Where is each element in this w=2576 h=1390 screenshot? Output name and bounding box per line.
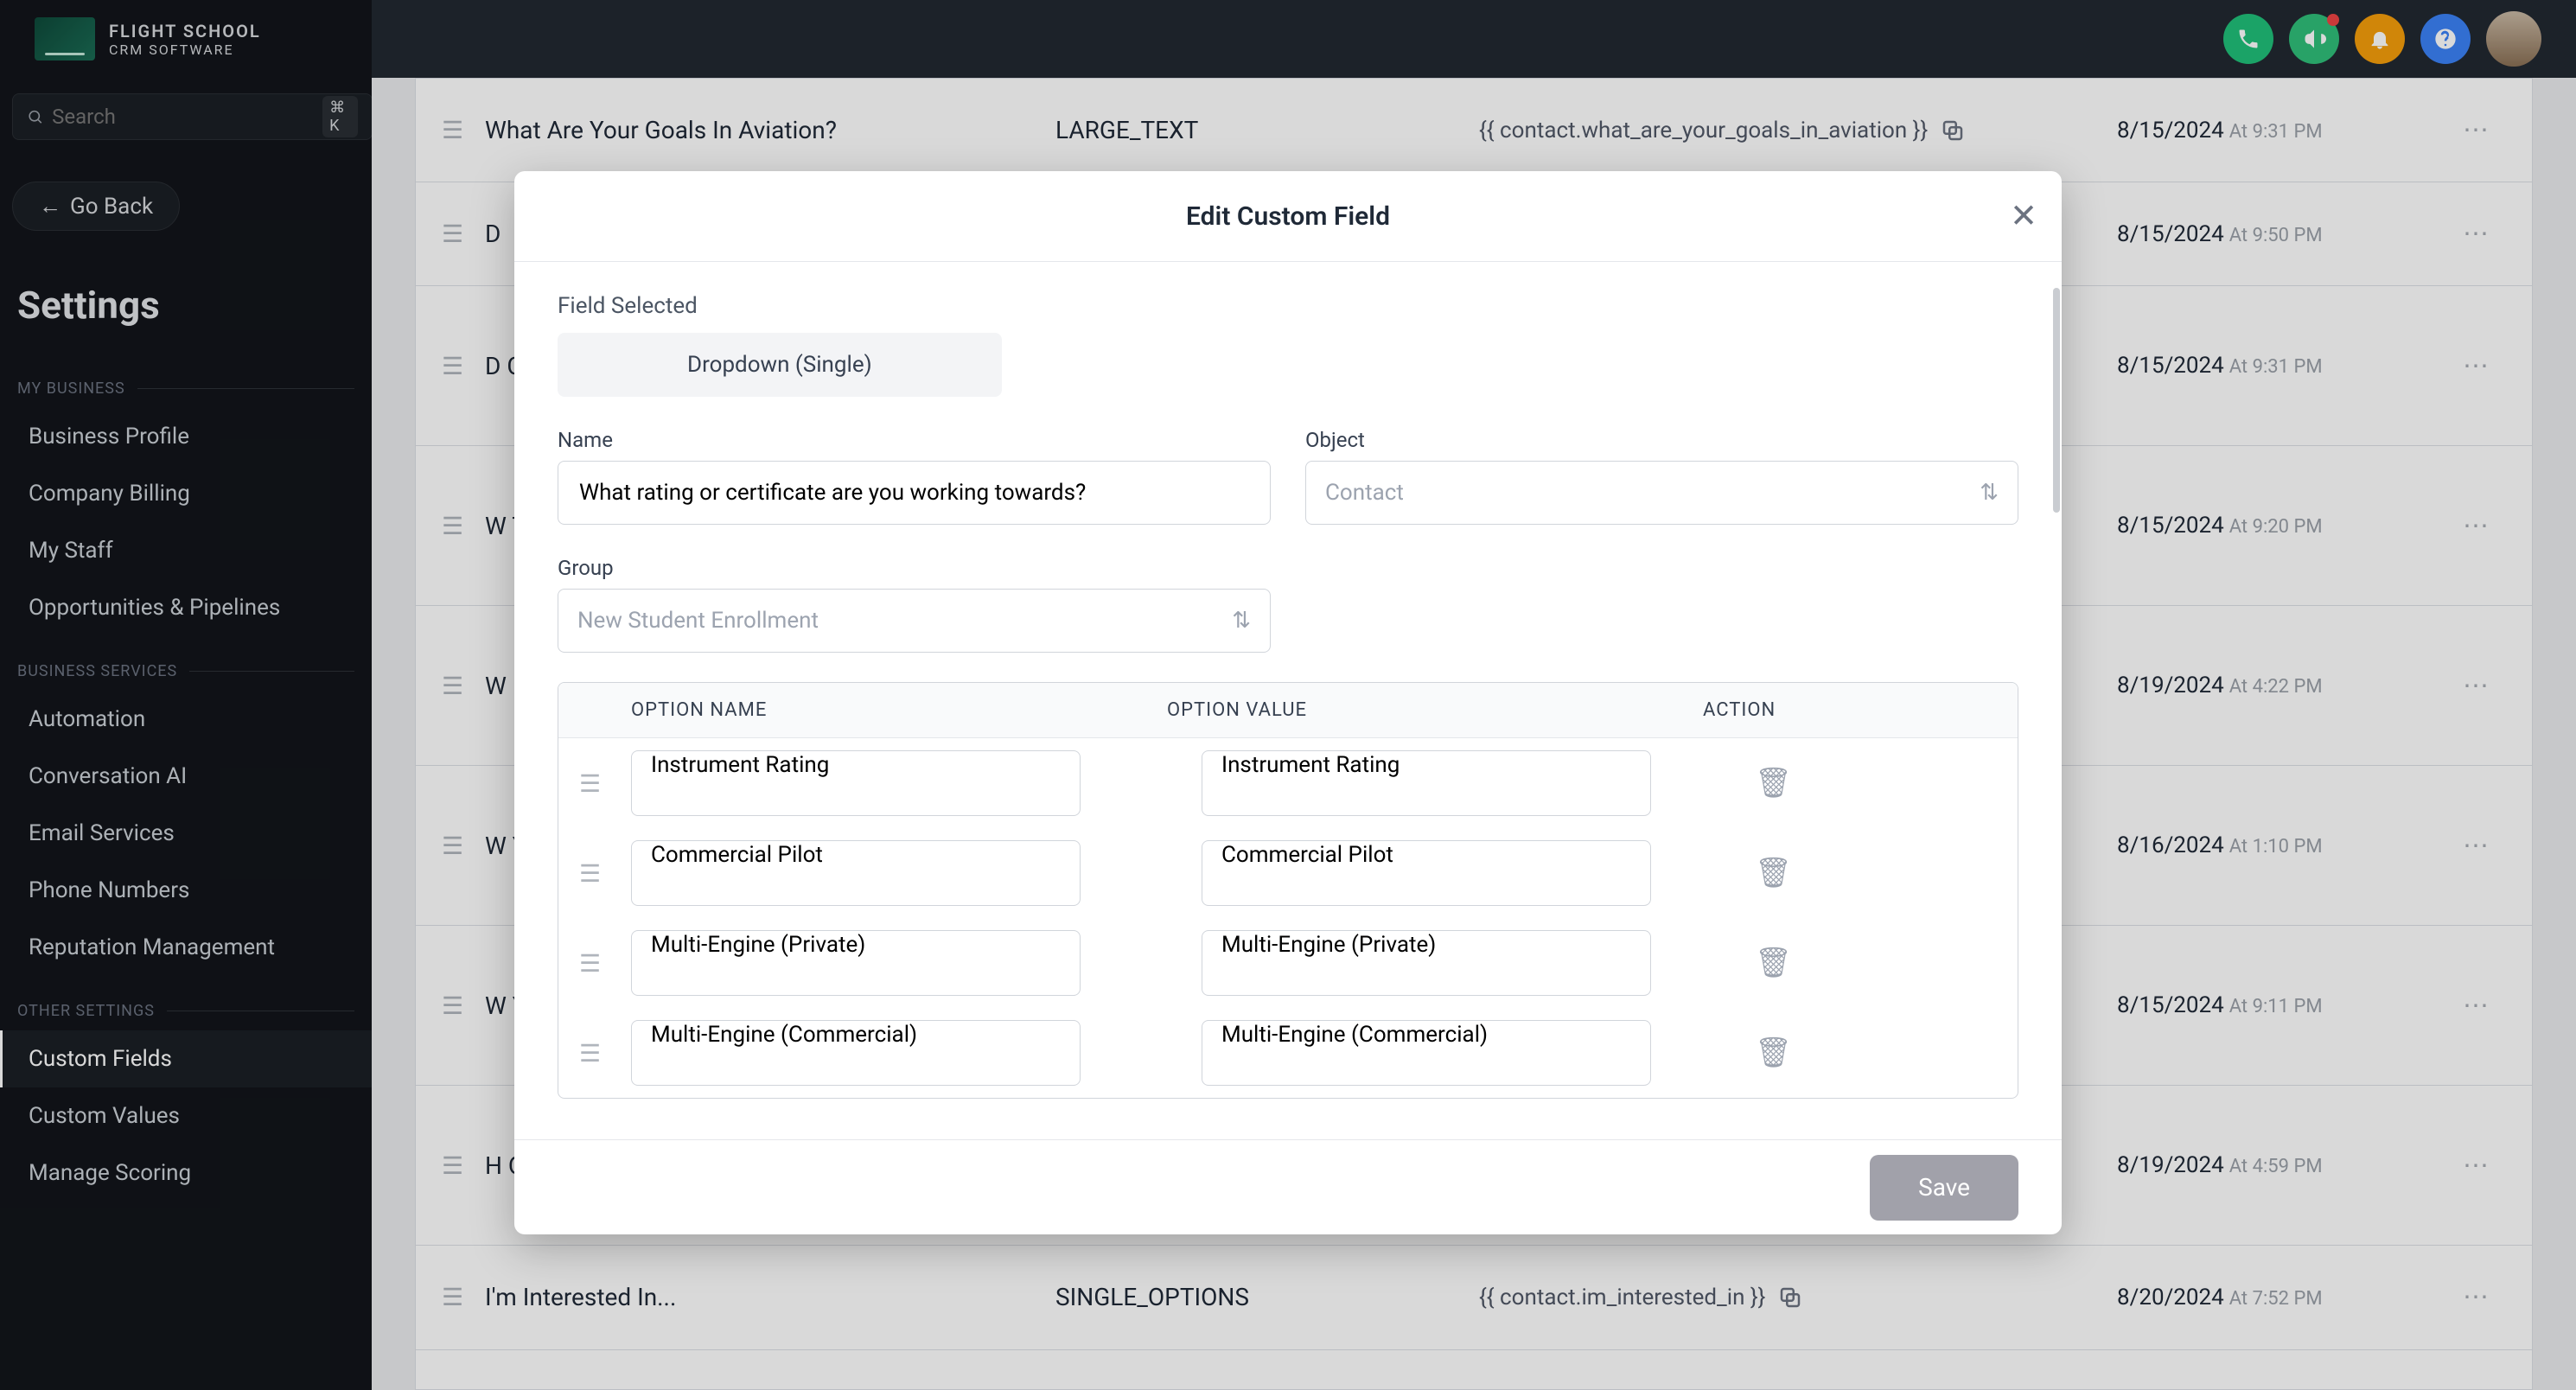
edit-custom-field-modal: Edit Custom Field ✕ Field Selected Dropd… xyxy=(514,171,2062,1234)
col-option-name: OPTION NAME xyxy=(631,699,1167,721)
group-value: New Student Enrollment xyxy=(577,608,819,634)
group-select[interactable]: New Student Enrollment ⇅ xyxy=(558,589,1271,653)
option-value-input[interactable] xyxy=(1202,1020,1651,1086)
scrollbar[interactable] xyxy=(2051,262,2062,1139)
trash-icon[interactable]: 🗑 xyxy=(1755,856,1792,890)
trash-icon[interactable]: 🗑 xyxy=(1755,766,1792,800)
name-label: Name xyxy=(558,428,1271,452)
modal-body: Field Selected Dropdown (Single) Name Ob… xyxy=(514,262,2062,1139)
option-name-input[interactable] xyxy=(631,750,1081,816)
option-row: ☰ 🗑 xyxy=(558,1008,2018,1098)
object-value: Contact xyxy=(1325,480,1404,506)
modal-header: Edit Custom Field ✕ xyxy=(514,171,2062,262)
close-icon[interactable]: ✕ xyxy=(2010,197,2037,236)
options-table: OPTION NAME OPTION VALUE ACTION ☰ 🗑 ☰ 🗑 … xyxy=(558,682,2018,1099)
drag-handle-icon[interactable]: ☰ xyxy=(579,949,614,978)
option-name-input[interactable] xyxy=(631,1020,1081,1086)
drag-handle-icon[interactable]: ☰ xyxy=(579,859,614,888)
option-value-input[interactable] xyxy=(1202,750,1651,816)
option-name-input[interactable] xyxy=(631,840,1081,906)
option-name-input[interactable] xyxy=(631,930,1081,996)
col-action: ACTION xyxy=(1703,699,1997,721)
drag-handle-icon[interactable]: ☰ xyxy=(579,769,614,798)
field-type-chip: Dropdown (Single) xyxy=(558,333,1002,397)
save-button[interactable]: Save xyxy=(1870,1155,2018,1221)
drag-handle-icon[interactable]: ☰ xyxy=(579,1039,614,1068)
object-label: Object xyxy=(1305,428,2018,452)
trash-icon[interactable]: 🗑 xyxy=(1755,946,1792,980)
modal-title: Edit Custom Field xyxy=(1186,201,1390,232)
modal-footer: Save xyxy=(514,1139,2062,1234)
name-input-field[interactable] xyxy=(577,479,1251,507)
trash-icon[interactable]: 🗑 xyxy=(1755,1036,1792,1070)
option-row: ☰ 🗑 xyxy=(558,738,2018,828)
option-value-input[interactable] xyxy=(1202,840,1651,906)
option-row: ☰ 🗑 xyxy=(558,828,2018,918)
chevron-updown-icon: ⇅ xyxy=(1232,608,1251,634)
option-row: ☰ 🗑 xyxy=(558,918,2018,1008)
group-label: Group xyxy=(558,556,1271,580)
field-selected-label: Field Selected xyxy=(558,293,2018,319)
option-value-input[interactable] xyxy=(1202,930,1651,996)
options-table-head: OPTION NAME OPTION VALUE ACTION xyxy=(558,683,2018,738)
chevron-updown-icon: ⇅ xyxy=(1980,480,1999,506)
object-select[interactable]: Contact ⇅ xyxy=(1305,461,2018,525)
name-input[interactable] xyxy=(558,461,1271,525)
col-option-value: OPTION VALUE xyxy=(1167,699,1703,721)
